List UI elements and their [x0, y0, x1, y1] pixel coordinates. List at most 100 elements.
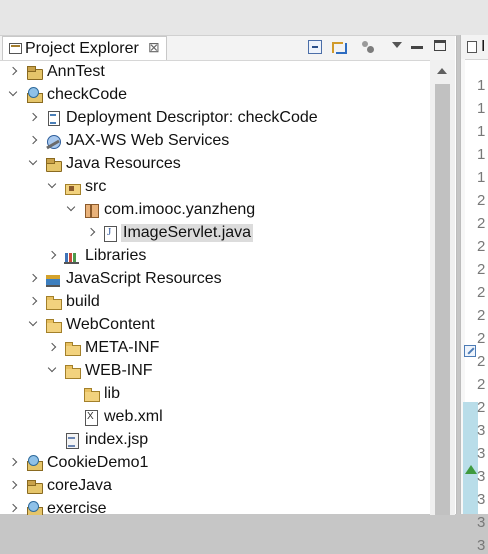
tree-item-src[interactable]: src — [0, 176, 430, 199]
chevron-right-icon[interactable] — [29, 112, 39, 124]
tree-item-label: CookieDemo1 — [47, 454, 149, 471]
close-icon[interactable]: ⊠ — [148, 39, 160, 56]
line-number: 3 — [477, 514, 486, 531]
override-annotation-icon[interactable] — [464, 345, 476, 357]
chevron-right-icon[interactable] — [9, 66, 19, 78]
chevron-down-icon[interactable] — [48, 181, 58, 193]
project-icon — [26, 478, 43, 494]
chevron-right-icon[interactable] — [87, 227, 97, 239]
tree-item-label: META-INF — [85, 339, 160, 356]
project-explorer-icon — [9, 43, 22, 54]
chevron-down-icon[interactable] — [48, 365, 58, 377]
source-folder-icon — [64, 179, 81, 195]
chevron-right-icon[interactable] — [29, 135, 39, 147]
link-with-editor-icon[interactable] — [332, 40, 347, 54]
chevron-right-icon[interactable] — [29, 273, 39, 285]
view-tab-row: Project Explorer ⊠ — [0, 36, 455, 61]
tree-item-label: Deployment Descriptor: checkCode — [66, 109, 318, 126]
chevron-right-icon[interactable] — [48, 250, 58, 262]
package-icon — [83, 202, 99, 218]
tree-item-java-resources[interactable]: Java Resources — [0, 153, 430, 176]
line-number: 2 — [477, 307, 486, 324]
line-number: 1 — [477, 169, 486, 186]
focus-icon[interactable] — [361, 40, 375, 54]
line-number: 2 — [477, 192, 486, 209]
tree-item-package[interactable]: com.imooc.yanzheng — [0, 199, 430, 222]
tree-item-label: index.jsp — [85, 431, 149, 448]
line-number: 2 — [477, 399, 486, 416]
tree-item-deployment-descriptor[interactable]: Deployment Descriptor: checkCode — [0, 107, 430, 130]
implements-marker-icon[interactable] — [465, 465, 477, 474]
view-menu-icon[interactable] — [392, 42, 402, 48]
tree-item-build[interactable]: build — [0, 291, 430, 314]
java-resources-icon — [45, 156, 62, 172]
tree-item-index-jsp[interactable]: index.jsp — [0, 429, 430, 452]
chevron-down-icon[interactable] — [67, 204, 77, 216]
folder-icon — [64, 340, 81, 356]
tree-item-javascript-resources[interactable]: JavaScript Resources — [0, 268, 430, 291]
web-services-icon — [45, 133, 61, 149]
tree-item-label: WEB-INF — [85, 362, 153, 379]
tree-item-anntest[interactable]: AnnTest — [0, 61, 430, 84]
editor-area: I 1 1 1 1 1 2 2 2 2 2 2 2 2 2 2 3 3 3 3 3 3 — [460, 35, 488, 554]
tree-item-corejava[interactable]: coreJava — [0, 475, 430, 498]
maximize-icon[interactable] — [434, 40, 446, 51]
chevron-down-icon[interactable] — [9, 89, 19, 101]
tree-item-label: coreJava — [47, 477, 112, 494]
line-number: 2 — [477, 215, 486, 232]
tree-item-checkcode[interactable]: checkCode — [0, 84, 430, 107]
line-number: 2 — [477, 353, 486, 370]
chevron-right-icon[interactable] — [9, 503, 19, 515]
chevron-right-icon[interactable] — [48, 342, 58, 354]
chevron-down-icon[interactable] — [29, 319, 39, 331]
tree-item-image-servlet[interactable]: ImageServlet.java — [0, 222, 430, 245]
tree-item-web-xml[interactable]: web.xml — [0, 406, 430, 429]
line-number: 1 — [477, 100, 486, 117]
javascript-resources-icon — [45, 271, 61, 287]
tree-item-jax-ws[interactable]: JAX-WS Web Services — [0, 130, 430, 153]
minimize-icon[interactable] — [411, 46, 423, 49]
line-number: 2 — [477, 261, 486, 278]
jsp-file-icon — [64, 432, 80, 449]
line-number: 1 — [477, 146, 486, 163]
scrollbar-thumb[interactable] — [435, 84, 450, 515]
tree-item-label: AnnTest — [47, 63, 105, 80]
tree-item-meta-inf[interactable]: META-INF — [0, 337, 430, 360]
tab-project-explorer[interactable]: Project Explorer ⊠ — [2, 36, 167, 60]
tree-item-label: ImageServlet.java — [121, 224, 254, 242]
chevron-right-icon[interactable] — [9, 480, 19, 492]
line-number: 2 — [477, 376, 486, 393]
tree-item-lib[interactable]: lib — [0, 383, 430, 406]
change-marker — [463, 402, 478, 514]
tree-item-label: checkCode — [47, 86, 128, 103]
folder-icon — [64, 363, 81, 379]
tree-item-cookiedemo1[interactable]: CookieDemo1 — [0, 452, 430, 475]
chevron-right-icon[interactable] — [29, 296, 39, 308]
view-title: Project Explorer — [25, 40, 139, 57]
vertical-scrollbar[interactable] — [430, 60, 455, 515]
tree-item-webcontent[interactable]: WebContent — [0, 314, 430, 337]
line-number: 3 — [477, 537, 486, 554]
tree-item-label: exercise — [47, 500, 107, 515]
line-number: 3 — [477, 491, 486, 508]
chevron-right-icon[interactable] — [9, 457, 19, 469]
tree-item-web-inf[interactable]: WEB-INF — [0, 360, 430, 383]
editor-tab[interactable]: I — [461, 35, 488, 60]
tree-item-label: build — [66, 293, 100, 310]
tree-item-exercise[interactable]: exercise — [0, 498, 430, 515]
folder-icon — [45, 317, 62, 333]
top-toolbar-area — [0, 0, 488, 35]
web-project-icon — [26, 501, 43, 515]
tree-item-label: Libraries — [85, 247, 147, 264]
scroll-up-icon[interactable] — [437, 68, 447, 74]
collapse-all-icon[interactable] — [308, 40, 322, 54]
tree-item-label: WebContent — [66, 316, 155, 333]
xml-file-icon — [83, 409, 99, 426]
tree-item-libraries[interactable]: Libraries — [0, 245, 430, 268]
tree-item-label: web.xml — [104, 408, 163, 425]
chevron-down-icon[interactable] — [29, 158, 39, 170]
line-number: 3 — [477, 468, 486, 485]
library-icon — [64, 248, 80, 264]
project-explorer-view: Project Explorer ⊠ AnnTest checkCode Dep… — [0, 35, 457, 515]
tree-item-label: JavaScript Resources — [66, 270, 222, 287]
